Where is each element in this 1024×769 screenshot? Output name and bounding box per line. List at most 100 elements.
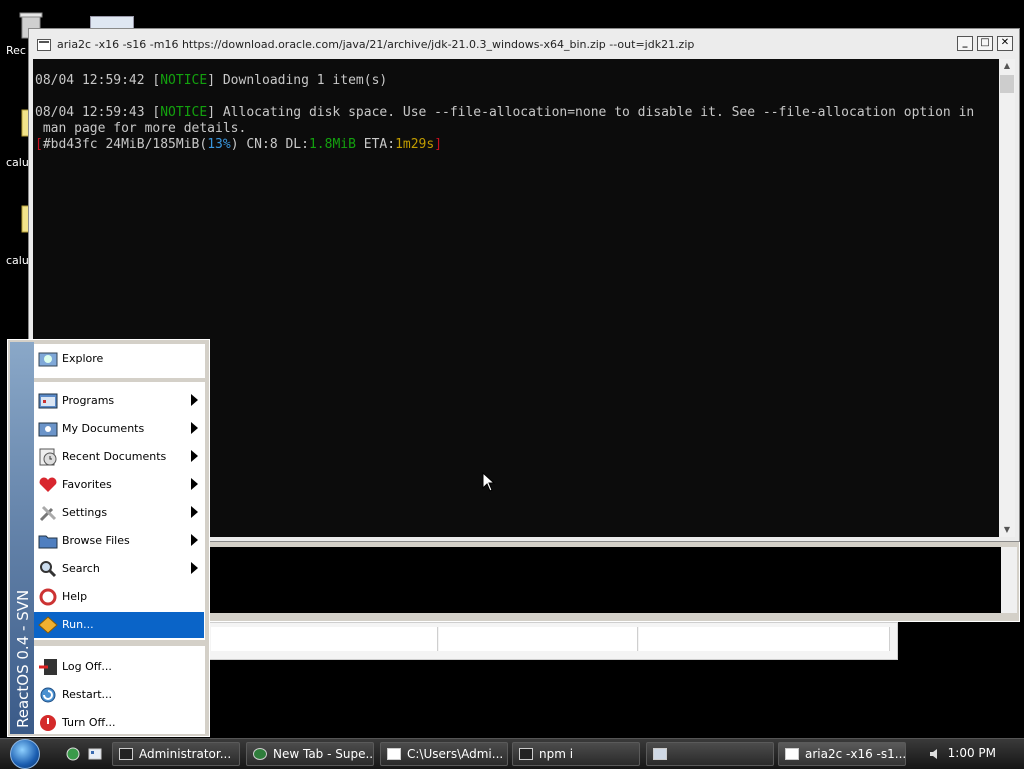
submenu-arrow-icon [191,534,198,546]
progress-eta: 1m29s [395,137,435,152]
start-item-browse-files[interactable]: Browse Files [34,528,204,554]
start-item-recent-documents[interactable]: Recent Documents [34,444,204,470]
start-item-settings[interactable]: Settings [34,500,204,526]
start-item-label: Programs [62,394,115,407]
start-button[interactable] [10,739,40,769]
progress-line: [#bd43fc 24MiB/185MiB(13%) CN:8 DL:1.8Mi… [35,137,443,152]
taskbar-task-npm[interactable]: npm i [512,742,640,766]
background-console-scrollbar[interactable] [1001,547,1017,613]
taskbar: Administrator... New Tab - Supe... C:\Us… [0,738,1024,769]
task-label: New Tab - Supe... [273,747,374,761]
archive-icon [387,748,401,760]
progress-speed: 1.8MiB [308,137,356,152]
taskbar-task-7zip[interactable]: C:\Users\Admi... [380,742,508,766]
console-scrollbar[interactable]: ▲ ▼ [999,59,1015,537]
turn-off-icon [40,715,56,731]
progress-size: #bd43fc 24MiB/185MiB [42,137,200,152]
background-explorer-window[interactable] [208,622,898,660]
recent-documents-icon [39,448,57,466]
log-line-1: 08/04 12:59:42 [NOTICE] Downloading 1 it… [35,73,388,88]
background-cell [439,627,638,651]
start-item-label: Browse Files [62,534,130,547]
task-label: npm i [539,747,574,761]
background-console-window[interactable] [208,540,1020,622]
start-item-label: Recent Documents [62,450,167,463]
start-menu-brand-bar: ReactOS 0.4 - SVN [10,342,34,734]
browser-quicklaunch-icon[interactable] [66,747,80,761]
browser-icon [253,748,267,760]
start-item-run[interactable]: Run... [34,612,204,638]
log-time: 08/04 12:59:42 [35,73,153,88]
close-button[interactable]: ✕ [997,36,1013,51]
start-item-log-off[interactable]: Log Off... [34,654,204,680]
console-icon [519,748,533,760]
log-off-icon [39,659,57,675]
scroll-thumb[interactable] [1000,75,1014,93]
help-icon [39,588,57,606]
system-tray: 1:00 PM [914,739,1024,769]
submenu-arrow-icon [191,478,198,490]
start-item-programs[interactable]: Programs [34,388,204,414]
start-item-my-documents[interactable]: My Documents [34,416,204,442]
taskbar-task-administrator[interactable]: Administrator... [112,742,240,766]
submenu-arrow-icon [191,506,198,518]
search-icon [40,561,57,578]
console-title: aria2c -x16 -s16 -m16 https://download.o… [57,38,695,51]
submenu-arrow-icon [191,562,198,574]
log-message: Downloading 1 item(s) [215,73,388,88]
maximize-button[interactable]: □ [977,36,993,51]
browse-files-icon [38,535,58,549]
scroll-down-arrow[interactable]: ▼ [999,523,1015,537]
start-menu[interactable]: ReactOS 0.4 - SVN Explore Programs My Do… [7,339,210,737]
mouse-cursor-icon [482,472,496,492]
start-item-label: Search [62,562,100,575]
start-item-label: Turn Off... [62,716,116,729]
programs-icon [38,393,58,409]
log-time: 08/04 12:59:43 [35,105,153,120]
settings-icon [39,505,57,522]
desktop-quicklaunch-icon[interactable] [88,747,102,761]
progress-percent: 13% [207,137,231,152]
task-label: aria2c -x16 -s1... [805,747,906,761]
clock[interactable]: 1:00 PM [948,746,996,760]
log-line-2: 08/04 12:59:43 [NOTICE] Allocating disk … [35,105,975,120]
minimize-button[interactable]: _ [957,36,973,51]
start-item-turn-off[interactable]: Turn Off... [34,710,204,736]
progress-eta-label: ETA: [355,137,396,152]
run-icon [38,616,58,634]
submenu-arrow-icon [191,394,198,406]
start-item-label: Explore [62,352,104,365]
start-item-explore[interactable]: Explore [34,346,204,372]
console-titlebar[interactable]: aria2c -x16 -s16 -m16 https://download.o… [29,29,1019,59]
log-message: Allocating disk space. Use --file-alloca… [215,105,975,120]
start-item-label: Restart... [62,688,113,701]
progress-connections: CN:8 DL: [238,137,309,152]
restart-icon [40,687,56,703]
start-item-restart[interactable]: Restart... [34,682,204,708]
start-item-label: Settings [62,506,108,519]
submenu-arrow-icon [191,450,198,462]
window-icon [653,748,667,760]
background-console-screen [209,547,1001,613]
log-tag: NOTICE [160,73,208,88]
scroll-up-arrow[interactable]: ▲ [999,59,1015,73]
log-tag: NOTICE [160,105,208,120]
volume-icon[interactable] [930,748,940,760]
favorites-icon [39,477,57,492]
console-app-icon [37,39,51,51]
my-documents-icon [38,422,58,437]
start-item-label: Run... [62,618,94,631]
taskbar-task-new-tab[interactable]: New Tab - Supe... [246,742,374,766]
background-cell [639,627,890,651]
background-cell [211,627,438,651]
start-item-label: Favorites [62,478,112,491]
taskbar-task-window[interactable] [646,742,774,766]
start-item-help[interactable]: Help [34,584,204,610]
start-item-search[interactable]: Search [34,556,204,582]
desktop-icon-label: Rec [6,44,26,57]
submenu-arrow-icon [191,422,198,434]
log-line-3: man page for more details. [35,121,247,136]
start-item-favorites[interactable]: Favorites [34,472,204,498]
console-icon [785,748,799,760]
taskbar-task-aria2c[interactable]: aria2c -x16 -s1... [778,742,906,766]
